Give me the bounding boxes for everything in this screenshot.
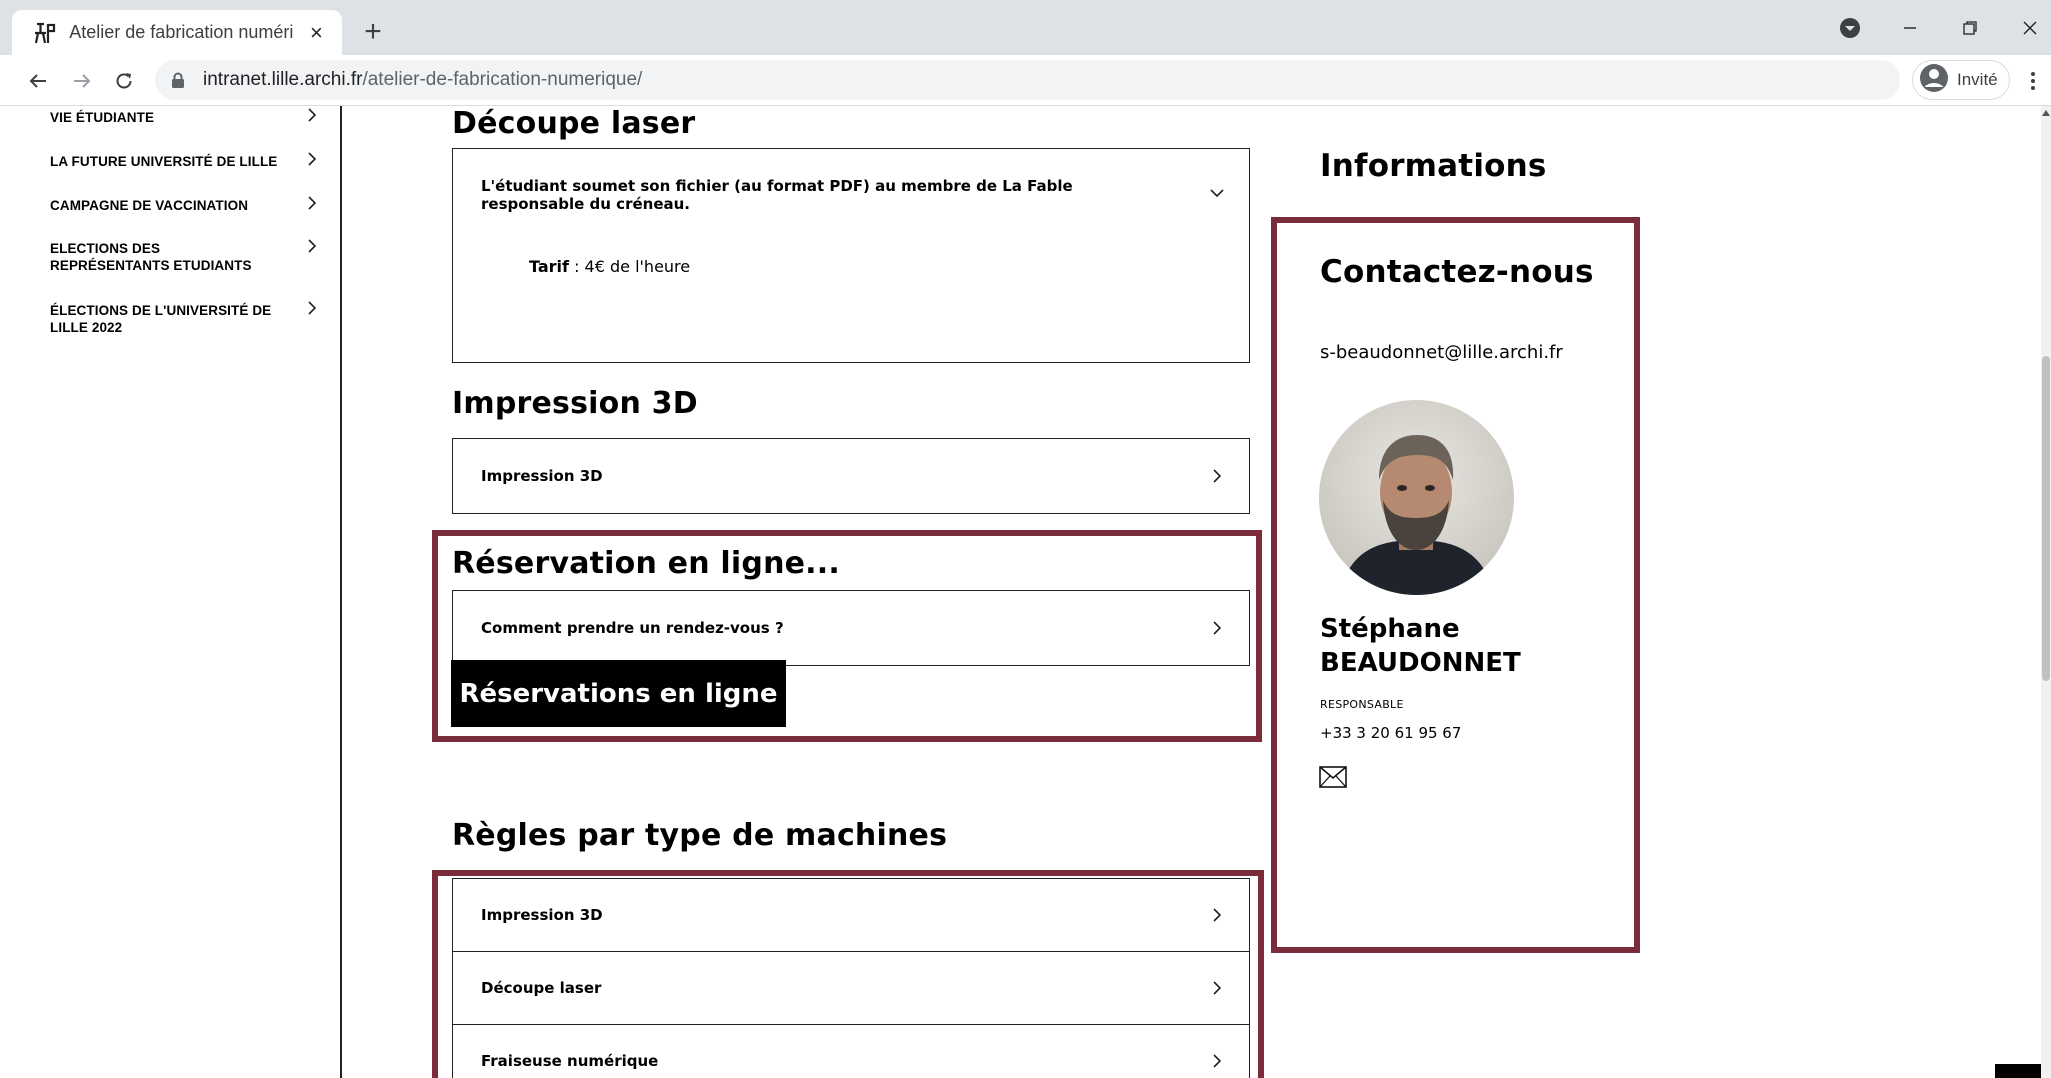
- sidebar-item-vie-etudiante[interactable]: VIE ÉTUDIANTE: [50, 108, 320, 126]
- chevron-right-icon: [308, 108, 317, 122]
- accordion-title: Découpe laser: [481, 979, 602, 997]
- person-phone[interactable]: +33 3 20 61 95 67: [1320, 724, 1461, 742]
- page-content: VIE ÉTUDIANTE LA FUTURE UNIVERSITÉ DE LI…: [0, 106, 2051, 1078]
- sidebar-item-label: LA FUTURE UNIVERSITÉ DE LILLE: [50, 154, 278, 169]
- chevron-right-icon: [308, 239, 317, 253]
- sidebar-item-label: ÉLECTIONS DE L'UNIVERSITÉ DE LILLE 2022: [50, 303, 272, 335]
- chevron-right-icon: [1213, 469, 1222, 483]
- chevron-down-icon[interactable]: [1209, 185, 1225, 201]
- forward-icon[interactable]: [62, 61, 102, 101]
- sidebar-item-elections-universite[interactable]: ÉLECTIONS DE L'UNIVERSITÉ DE LILLE 2022: [50, 301, 320, 336]
- tab-strip: Atelier de fabrication numérique × +: [0, 0, 2051, 55]
- accordion-rules-print3d[interactable]: Impression 3D: [452, 878, 1250, 952]
- corner-widget: [1995, 1064, 2041, 1078]
- tab-title: Atelier de fabrication numérique: [69, 22, 293, 42]
- plus-icon[interactable]: +: [355, 14, 391, 50]
- accordion-laser[interactable]: L'étudiant soumet son fichier (au format…: [452, 148, 1250, 363]
- close-icon[interactable]: ×: [303, 19, 330, 47]
- section-heading-rules: Règles par type de machines: [452, 818, 948, 853]
- tarif-text: Tarif : 4€ de l'heure: [529, 257, 690, 276]
- accordion-rules-laser[interactable]: Découpe laser: [452, 951, 1250, 1025]
- tarif-value: : 4€ de l'heure: [568, 257, 691, 276]
- sidebar-item-label: ELECTIONS DES REPRÉSENTANTS ETUDIANTS: [50, 241, 252, 273]
- minimize-icon[interactable]: [1890, 8, 1930, 48]
- reservations-button[interactable]: Réservations en ligne: [451, 660, 786, 727]
- accordion-title: Comment prendre un rendez-vous ?: [481, 619, 784, 637]
- lock-icon[interactable]: [169, 71, 187, 89]
- address-bar[interactable]: intranet.lille.archi.fr/atelier-de-fabri…: [155, 60, 1900, 100]
- chevron-right-icon: [1213, 1054, 1222, 1068]
- accordion-title: L'étudiant soumet son fichier (au format…: [481, 177, 1073, 213]
- url-path: /atelier-de-fabrication-numerique/: [362, 69, 643, 90]
- section-heading-reservation: Réservation en ligne...: [452, 546, 840, 581]
- menu-dots-icon[interactable]: [2020, 61, 2046, 101]
- info-heading: Informations: [1320, 148, 1547, 184]
- profile-icon: [1919, 63, 1949, 97]
- contact-heading: Contactez-nous: [1320, 254, 1594, 290]
- profile-label: Invité: [1957, 70, 1998, 89]
- chevron-right-icon: [1213, 908, 1222, 922]
- window-close-icon[interactable]: [2010, 8, 2050, 48]
- chevron-right-icon: [1213, 621, 1222, 635]
- fable-logo-icon: [32, 20, 57, 46]
- chevron-right-icon: [308, 301, 317, 315]
- accordion-title: Fraiseuse numérique: [481, 1052, 659, 1070]
- chevron-right-icon: [308, 152, 317, 166]
- profile-button[interactable]: Invité: [1912, 60, 2010, 100]
- sidebar-item-vaccination[interactable]: CAMPAGNE DE VACCINATION: [50, 196, 320, 214]
- avatar: [1319, 400, 1514, 595]
- contact-email[interactable]: s-beaudonnet@lille.archi.fr: [1320, 342, 1563, 363]
- sidebar-item-future-universite[interactable]: LA FUTURE UNIVERSITÉ DE LILLE: [50, 152, 320, 170]
- person-name: Stéphane BEAUDONNET: [1320, 614, 1521, 678]
- url-text: intranet.lille.archi.fr/atelier-de-fabri…: [203, 69, 642, 91]
- page-scrollbar-thumb[interactable]: [2042, 356, 2050, 681]
- accordion-title: Impression 3D: [481, 906, 603, 924]
- chevron-right-icon: [308, 196, 317, 210]
- accordion-reservation[interactable]: Comment prendre un rendez-vous ?: [452, 590, 1250, 666]
- sidebar-item-label: CAMPAGNE DE VACCINATION: [50, 198, 249, 213]
- dropdown-icon[interactable]: [1830, 8, 1870, 48]
- back-icon[interactable]: [18, 61, 58, 101]
- mail-icon[interactable]: [1319, 766, 1347, 788]
- sidebar-item-label: VIE ÉTUDIANTE: [50, 110, 155, 125]
- person-role: RESPONSABLE: [1320, 698, 1404, 711]
- url-host: intranet.lille.archi.fr: [203, 69, 363, 90]
- restore-icon[interactable]: [1950, 8, 1990, 48]
- section-heading-laser: Découpe laser: [452, 106, 696, 141]
- tarif-label: Tarif: [529, 257, 569, 276]
- scroll-up-icon[interactable]: [2042, 108, 2050, 118]
- sidebar: VIE ÉTUDIANTE LA FUTURE UNIVERSITÉ DE LI…: [0, 106, 342, 1078]
- accordion-title: Impression 3D: [481, 467, 603, 485]
- accordion-print3d[interactable]: Impression 3D: [452, 438, 1250, 514]
- accordion-rules-fraiseuse[interactable]: Fraiseuse numérique: [452, 1024, 1250, 1078]
- section-heading-print3d: Impression 3D: [452, 386, 698, 421]
- sidebar-item-elections-representants[interactable]: ELECTIONS DES REPRÉSENTANTS ETUDIANTS: [50, 239, 320, 274]
- browser-tab[interactable]: Atelier de fabrication numérique ×: [12, 10, 342, 55]
- chevron-right-icon: [1213, 981, 1222, 995]
- reload-icon[interactable]: [104, 61, 144, 101]
- browser-toolbar: intranet.lille.archi.fr/atelier-de-fabri…: [0, 55, 2051, 106]
